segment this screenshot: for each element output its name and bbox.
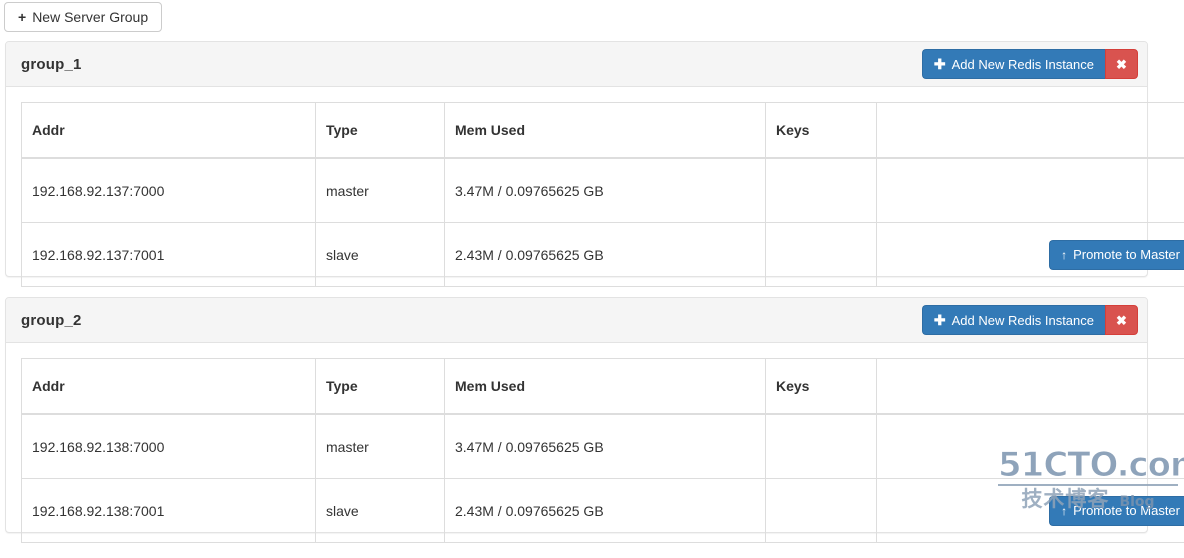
row-action-group: ✖ [887,176,1184,206]
table-body: 192.168.92.138:7000 master 3.47M / 0.097… [22,414,1184,543]
cell-type: slave [316,479,445,543]
cell-mem-used: 3.47M / 0.09765625 GB [445,158,766,223]
redis-instance-table: Addr Type Mem Used Keys 192.168.92.138:7… [21,358,1184,543]
delete-group-button[interactable]: ✖ [1105,305,1138,335]
cell-mem-used: 2.43M / 0.09765625 GB [445,479,766,543]
cell-keys [766,158,877,223]
cell-addr: 192.168.92.137:7001 [22,223,316,287]
column-header-type: Type [316,359,445,415]
column-header-actions [877,103,1184,159]
column-header-keys: Keys [766,103,877,159]
column-header-actions [877,359,1184,415]
cell-type: master [316,414,445,479]
table-row: 192.168.92.138:7000 master 3.47M / 0.097… [22,414,1184,479]
cell-actions: ↑ Promote to Master ✖ [877,223,1184,287]
panel-heading-group-1: group_1 ✚ Add New Redis Instance ✖ [6,42,1147,87]
panel-body-group-1: Addr Type Mem Used Keys 192.168.92.137:7… [6,87,1147,302]
cell-type: slave [316,223,445,287]
group-actions-1: ✚ Add New Redis Instance ✖ [922,49,1138,79]
promote-to-master-button[interactable]: ↑ Promote to Master [1049,496,1184,526]
new-server-group-button[interactable]: + New Server Group [4,2,162,32]
panel-heading-group-2: group_2 ✚ Add New Redis Instance ✖ [6,298,1147,343]
cell-addr: 192.168.92.138:7000 [22,414,316,479]
group-title: group_2 [21,312,82,329]
table-row: 192.168.92.138:7001 slave 2.43M / 0.0976… [22,479,1184,543]
plus-icon: ✚ [934,57,946,71]
cell-addr: 192.168.92.137:7000 [22,158,316,223]
row-action-group: ✖ [887,432,1184,462]
plus-icon: + [18,10,26,24]
cell-type: master [316,158,445,223]
add-instance-label: Add New Redis Instance [952,314,1094,327]
group-title: group_1 [21,56,82,73]
row-action-group: ↑ Promote to Master ✖ [887,240,1184,270]
close-icon: ✖ [1116,314,1127,327]
table-body: 192.168.92.137:7000 master 3.47M / 0.097… [22,158,1184,287]
promote-label: Promote to Master [1073,504,1180,517]
column-header-keys: Keys [766,359,877,415]
cell-addr: 192.168.92.138:7001 [22,479,316,543]
table-row: 192.168.92.137:7001 slave 2.43M / 0.0976… [22,223,1184,287]
arrow-up-icon: ↑ [1061,505,1067,517]
column-header-type: Type [316,103,445,159]
delete-group-button[interactable]: ✖ [1105,49,1138,79]
add-new-redis-instance-button[interactable]: ✚ Add New Redis Instance [922,49,1105,79]
cell-keys [766,223,877,287]
table-header-row: Addr Type Mem Used Keys [22,359,1184,415]
table-head: Addr Type Mem Used Keys [22,359,1184,415]
plus-icon: ✚ [934,313,946,327]
cell-keys [766,479,877,543]
server-group-panel-2: group_2 ✚ Add New Redis Instance ✖ Addr … [5,297,1148,533]
cell-actions: ✖ [877,414,1184,479]
group-actions-2: ✚ Add New Redis Instance ✖ [922,305,1138,335]
table-row: 192.168.92.137:7000 master 3.47M / 0.097… [22,158,1184,223]
cell-actions: ↑ Promote to Master ✖ [877,479,1184,543]
add-new-redis-instance-button[interactable]: ✚ Add New Redis Instance [922,305,1105,335]
column-header-addr: Addr [22,103,316,159]
cell-mem-used: 3.47M / 0.09765625 GB [445,414,766,479]
column-header-addr: Addr [22,359,316,415]
add-instance-label: Add New Redis Instance [952,58,1094,71]
cell-actions: ✖ [877,158,1184,223]
cell-mem-used: 2.43M / 0.09765625 GB [445,223,766,287]
redis-instance-table: Addr Type Mem Used Keys 192.168.92.137:7… [21,102,1184,287]
row-action-group: ↑ Promote to Master ✖ [887,496,1184,526]
server-group-panel-1: group_1 ✚ Add New Redis Instance ✖ Addr … [5,41,1148,277]
column-header-mem-used: Mem Used [445,359,766,415]
promote-label: Promote to Master [1073,248,1180,261]
promote-to-master-button[interactable]: ↑ Promote to Master [1049,240,1184,270]
table-header-row: Addr Type Mem Used Keys [22,103,1184,159]
column-header-mem-used: Mem Used [445,103,766,159]
new-server-group-label: New Server Group [32,10,148,24]
arrow-up-icon: ↑ [1061,249,1067,261]
panel-body-group-2: Addr Type Mem Used Keys 192.168.92.138:7… [6,343,1147,558]
toolbar: + New Server Group [0,0,1184,32]
cell-keys [766,414,877,479]
close-icon: ✖ [1116,58,1127,71]
table-head: Addr Type Mem Used Keys [22,103,1184,159]
